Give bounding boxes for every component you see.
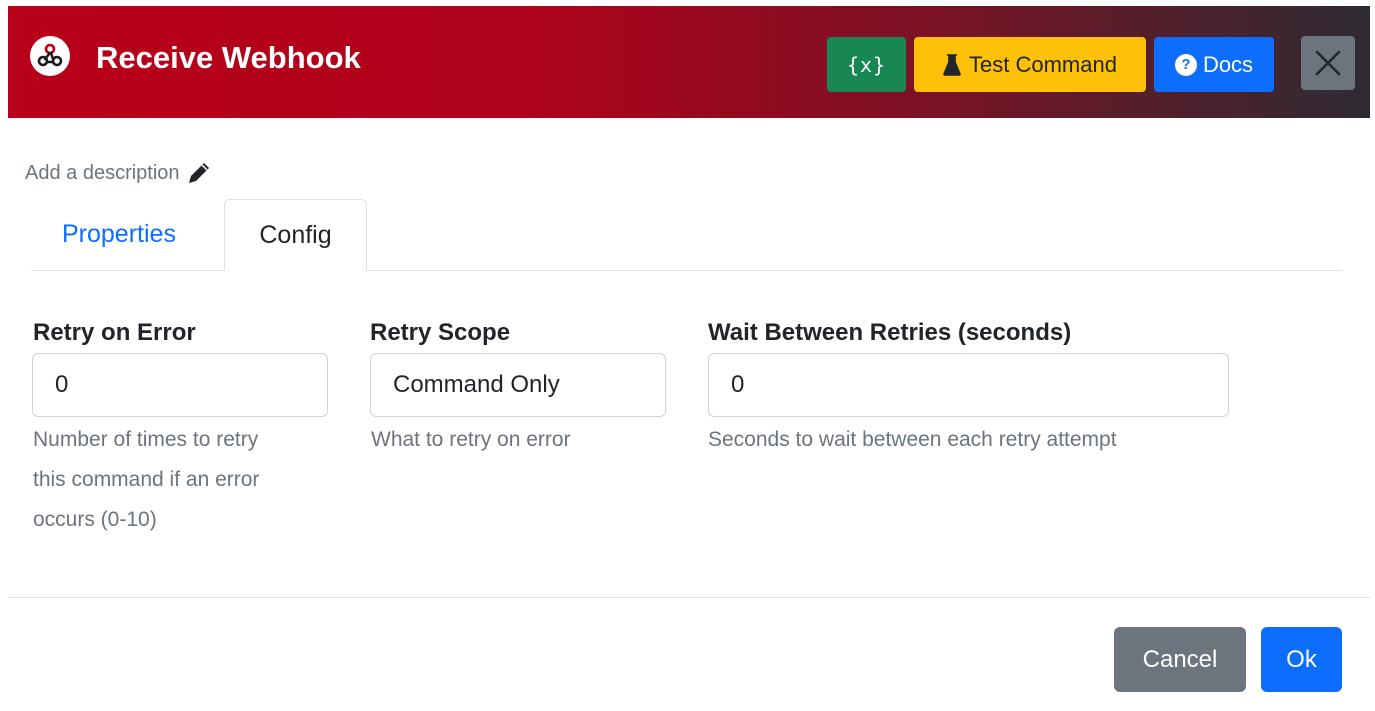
- ok-button[interactable]: Ok: [1261, 627, 1342, 692]
- retry-on-error-input[interactable]: 0: [32, 353, 328, 417]
- close-icon: [1313, 48, 1343, 78]
- footer-divider: [8, 597, 1370, 598]
- retry-scope-select[interactable]: Command Only: [370, 353, 666, 417]
- wait-between-value: 0: [731, 371, 745, 398]
- description-placeholder: Add a description: [25, 161, 180, 184]
- help-line: Number of times to retry: [33, 428, 259, 451]
- add-description-link[interactable]: Add a description: [25, 160, 212, 186]
- docs-label: Docs: [1202, 51, 1254, 77]
- retry-on-error-help: Number of times to retry this command if…: [33, 420, 333, 540]
- wait-between-label: Wait Between Retries (seconds): [708, 319, 1072, 346]
- docs-button[interactable]: ? Docs: [1154, 37, 1274, 92]
- modal-dialog: Receive Webhook {x} Test Command ? Docs …: [8, 6, 1370, 711]
- modal-title: Receive Webhook: [96, 40, 361, 75]
- pencil-icon: [186, 160, 212, 186]
- close-button[interactable]: [1301, 36, 1355, 90]
- flask-icon: [943, 53, 961, 76]
- help-line: occurs (0-10): [33, 508, 157, 531]
- retry-on-error-label: Retry on Error: [33, 319, 196, 346]
- help-line: this command if an error: [33, 468, 260, 491]
- modal-header: Receive Webhook {x} Test Command ? Docs: [8, 6, 1370, 118]
- webhook-icon: [30, 36, 70, 76]
- tab-config[interactable]: Config: [224, 199, 367, 271]
- retry-scope-label: Retry Scope: [370, 319, 511, 346]
- variables-button[interactable]: {x}: [827, 37, 906, 92]
- tab-properties[interactable]: Properties: [62, 220, 176, 249]
- wait-between-help: Seconds to wait between each retry attem…: [708, 428, 1117, 451]
- test-command-label: Test Command: [969, 51, 1117, 77]
- retry-scope-help: What to retry on error: [371, 428, 571, 451]
- retry-on-error-value: 0: [55, 371, 69, 398]
- question-circle-icon: ?: [1174, 53, 1197, 76]
- retry-scope-value: Command Only: [393, 371, 560, 398]
- test-command-button[interactable]: Test Command: [914, 37, 1146, 92]
- wait-between-input[interactable]: 0: [708, 353, 1229, 417]
- cancel-button[interactable]: Cancel: [1114, 627, 1246, 692]
